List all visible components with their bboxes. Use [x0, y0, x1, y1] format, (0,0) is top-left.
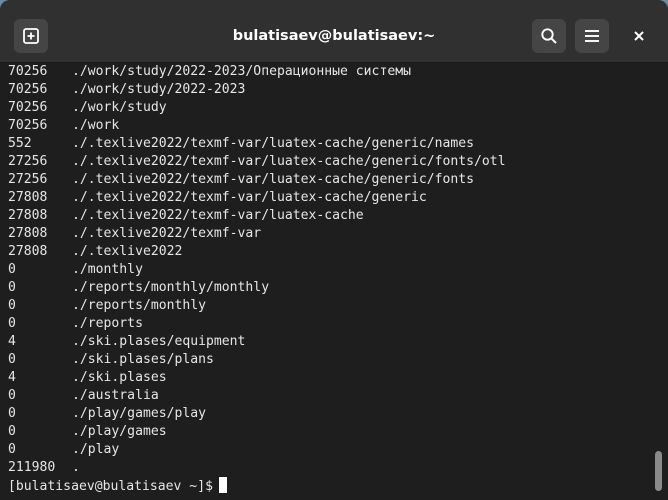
output-line: 4 ./ski.plases	[8, 369, 648, 387]
directory-path: ./reports/monthly	[72, 298, 207, 313]
output-line: 0 ./play/games/play	[8, 405, 648, 423]
output-line: 0 ./ski.plases/plans	[8, 351, 648, 369]
directory-path: ./reports	[72, 316, 143, 331]
output-line: 0 ./australia	[8, 387, 648, 405]
output-line: 27808 ./.texlive2022	[8, 243, 648, 261]
output-line: 27256 ./.texlive2022/texmf-var/luatex-cac…	[8, 171, 648, 189]
disk-usage-size: 27256	[8, 172, 48, 187]
disk-usage-size: 27808	[8, 244, 48, 259]
directory-path: ./australia	[72, 388, 159, 403]
output-line: 27808 ./.texlive2022/texmf-var	[8, 225, 648, 243]
output-line: 0 ./reports	[8, 315, 648, 333]
directory-path: ./work/study/2022-2023	[72, 82, 246, 97]
menu-button[interactable]	[575, 19, 609, 53]
text-cursor	[218, 477, 227, 493]
output-line: 27808 ./.texlive2022/texmf-var/luatex-cac…	[8, 189, 648, 207]
output-lines: 70256 ./work/study/2022-2023/Операционные…	[8, 63, 648, 495]
disk-usage-size: 0	[8, 442, 16, 457]
output-line: 0 ./play	[8, 441, 648, 459]
directory-path: ./ski.plases/plans	[72, 352, 214, 367]
command-prompt[interactable]: [bulatisaev@bulatisaev ~]$	[8, 477, 648, 495]
directory-path: ./reports/monthly/monthly	[72, 280, 270, 295]
directory-path: ./.texlive2022	[72, 244, 183, 259]
disk-usage-size: 0	[8, 316, 16, 331]
directory-path: ./play/games/play	[72, 406, 207, 421]
title-bar: bulatisaev@bulatisaev:~	[0, 0, 668, 63]
output-line: 0 ./play/games	[8, 423, 648, 441]
scrollbar-thumb[interactable]	[655, 451, 662, 491]
disk-usage-size: 4	[8, 370, 16, 385]
disk-usage-size: 0	[8, 424, 16, 439]
directory-path: ./play	[72, 442, 120, 457]
hamburger-menu-icon	[585, 30, 599, 42]
directory-path: ./ski.plases	[72, 370, 167, 385]
directory-path: .	[72, 460, 80, 475]
directory-path: ./.texlive2022/texmf-var/luatex-cache	[72, 208, 364, 223]
output-line: 70256 ./work/study	[8, 99, 648, 117]
disk-usage-size: 27256	[8, 154, 48, 169]
directory-path: ./.texlive2022/texmf-var/luatex-cache/ge…	[72, 154, 506, 169]
disk-usage-size: 552	[8, 136, 32, 151]
output-line: 70256 ./work/study/2022-2023/Операционные…	[8, 63, 648, 81]
disk-usage-size: 0	[8, 352, 16, 367]
directory-path: ./.texlive2022/texmf-var/luatex-cache/ge…	[72, 190, 427, 205]
disk-usage-size: 70256	[8, 100, 48, 115]
close-button[interactable]	[622, 19, 656, 53]
directory-path: ./work	[72, 118, 120, 133]
terminal-output[interactable]: 70256 ./work/study/2022-2023/Операционные…	[0, 63, 668, 500]
output-line: 4 ./ski.plases/equipment	[8, 333, 648, 351]
output-line: 70256 ./work/study/2022-2023	[8, 81, 648, 99]
disk-usage-size: 0	[8, 298, 16, 313]
disk-usage-size: 4	[8, 334, 16, 349]
directory-path: ./.texlive2022/texmf-var/luatex-cache/ge…	[72, 136, 475, 151]
output-line: 0 ./reports/monthly/monthly	[8, 279, 648, 297]
directory-path: ./.texlive2022/texmf-var/luatex-cache/ge…	[72, 172, 475, 187]
disk-usage-size: 70256	[8, 82, 48, 97]
disk-usage-size: 70256	[8, 118, 48, 133]
window-title: bulatisaev@bulatisaev:~	[232, 28, 436, 44]
directory-path: ./monthly	[72, 262, 143, 277]
disk-usage-size: 70256	[8, 64, 48, 79]
directory-path: ./ski.plases/equipment	[72, 334, 246, 349]
disk-usage-size: 0	[8, 406, 16, 421]
disk-usage-size: 27808	[8, 190, 48, 205]
disk-usage-size: 0	[8, 280, 16, 295]
output-line: 27256 ./.texlive2022/texmf-var/luatex-cac…	[8, 153, 648, 171]
output-line: 70256 ./work	[8, 117, 648, 135]
directory-path: ./work/study	[72, 100, 167, 115]
search-button[interactable]	[532, 19, 566, 53]
output-line: 552 ./.texlive2022/texmf-var/luatex-cache…	[8, 135, 648, 153]
disk-usage-size: 0	[8, 388, 16, 403]
directory-path: ./.texlive2022/texmf-var	[72, 226, 262, 241]
close-icon	[634, 31, 644, 41]
output-line: 27808 ./.texlive2022/texmf-var/luatex-cac…	[8, 207, 648, 225]
output-line: 211980.	[8, 459, 648, 477]
disk-usage-size: 27808	[8, 226, 48, 241]
terminal-window: bulatisaev@bulatisaev:~ 70256 ./work/stud…	[0, 0, 668, 500]
disk-usage-size: 0	[8, 262, 16, 277]
directory-path: ./work/study/2022-2023/Операционные сист…	[72, 64, 411, 79]
disk-usage-size: 211980	[8, 460, 56, 475]
output-line: 0 ./monthly	[8, 261, 648, 279]
directory-path: ./play/games	[72, 424, 167, 439]
disk-usage-size: 27808	[8, 208, 48, 223]
prompt-text: [bulatisaev@bulatisaev ~]$	[8, 479, 213, 494]
output-line: 0 ./reports/monthly	[8, 297, 648, 315]
search-icon	[541, 28, 557, 44]
